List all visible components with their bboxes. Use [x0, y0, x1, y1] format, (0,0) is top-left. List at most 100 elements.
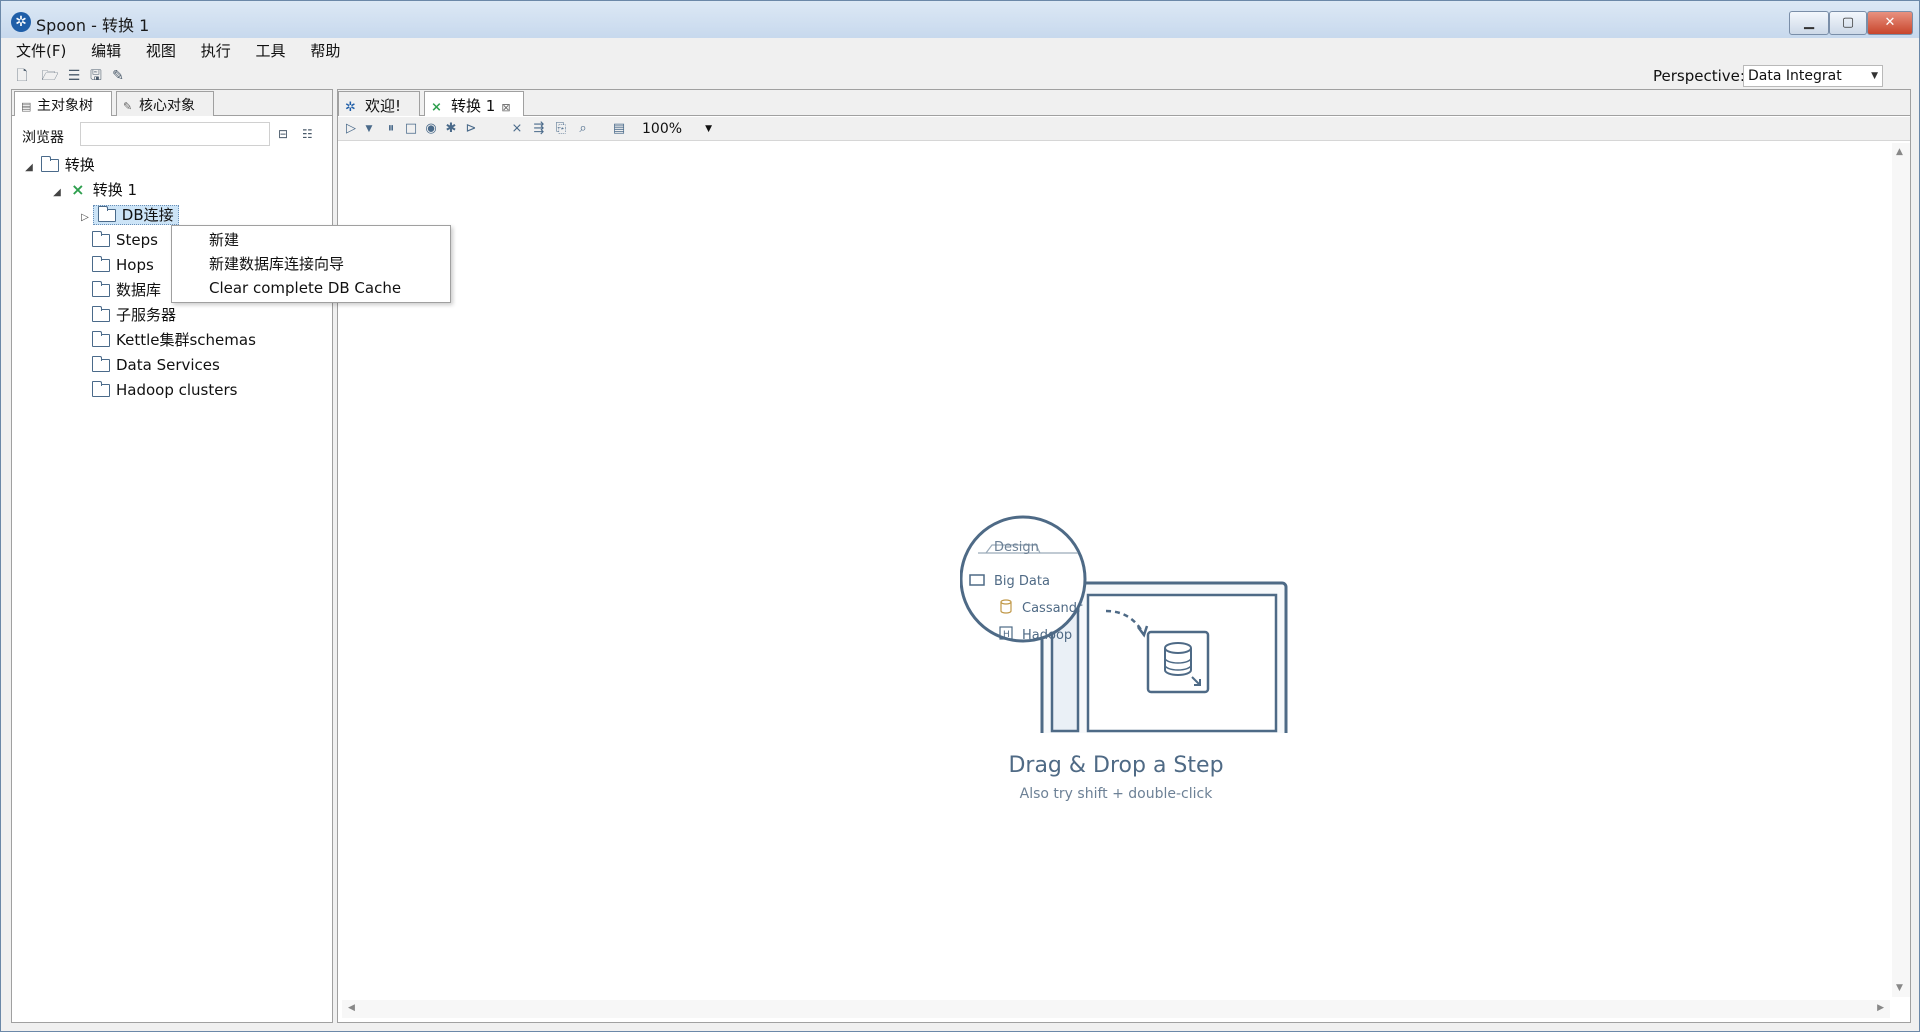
- scroll-up-icon[interactable]: ▲: [1896, 147, 1903, 157]
- tree-node-label: DB连接: [121, 206, 174, 224]
- tab-transformation[interactable]: ⨯ 转换 1 ⊠: [424, 91, 524, 116]
- browser-label: 浏览器: [22, 130, 64, 146]
- context-menu-clear-db-cache[interactable]: Clear complete DB Cache: [209, 278, 401, 298]
- chevron-down-icon: ▼: [1871, 71, 1878, 81]
- canvas-toolbar: ▷ ▼ ⏸ □ ◉ ✱ ⊳ ⨯ ⇶ ⎘ ⌕ ▤ 100% ▼: [338, 117, 1910, 141]
- design-tab-label: Design: [994, 540, 1039, 555]
- maximize-button[interactable]: ▢: [1829, 11, 1867, 35]
- verify-icon[interactable]: ⨯: [508, 120, 526, 138]
- folder-icon: [92, 231, 110, 247]
- scroll-left-icon[interactable]: ◀: [348, 1003, 355, 1013]
- explore-repository-icon[interactable]: ☰: [65, 67, 83, 85]
- zoom-select[interactable]: 100% ▼: [638, 118, 716, 140]
- context-menu: 新建 新建数据库连接向导 Clear complete DB Cache: [171, 225, 451, 303]
- tree-node-root[interactable]: ◢ 转换: [22, 154, 95, 176]
- tree-node-transformation[interactable]: ◢ ⨯ 转换 1: [50, 179, 137, 201]
- close-tab-icon[interactable]: ⊠: [501, 101, 510, 114]
- menu-bar: 文件(F) 编辑 视图 执行 工具 帮助: [1, 38, 1919, 62]
- tab-label: 核心对象: [139, 98, 195, 114]
- minimize-button[interactable]: ▁: [1789, 11, 1829, 35]
- menu-edit[interactable]: 编辑: [84, 38, 128, 63]
- transformation-canvas[interactable]: Design Big Data Cassandr H Hadoop Drag &…: [342, 143, 1890, 997]
- tab-welcome[interactable]: ✲ 欢迎!: [338, 91, 420, 116]
- new-file-icon[interactable]: 🗋: [13, 67, 31, 85]
- tab-label: 欢迎!: [365, 97, 402, 115]
- context-menu-new[interactable]: 新建: [209, 230, 239, 250]
- tab-core-objects[interactable]: ✎ 核心对象: [116, 91, 214, 116]
- menu-run[interactable]: 执行: [194, 38, 238, 63]
- vertical-scrollbar[interactable]: ▲ ▼: [1892, 143, 1910, 997]
- pause-icon[interactable]: ⏸: [382, 120, 400, 138]
- collapse-arrow-icon[interactable]: ◢: [50, 182, 64, 204]
- tree-node-label: Data Services: [116, 356, 220, 374]
- expand-all-icon[interactable]: ☷: [302, 127, 318, 143]
- menu-tools[interactable]: 工具: [249, 38, 293, 63]
- tree-node-hops[interactable]: Hops: [92, 254, 154, 276]
- menu-file[interactable]: 文件(F): [9, 38, 73, 63]
- perspective-value: Data Integrat: [1748, 68, 1842, 84]
- collapse-arrow-icon[interactable]: ◢: [22, 157, 36, 179]
- pencil-icon: ✎: [123, 100, 133, 113]
- close-button[interactable]: ✕: [1867, 11, 1913, 35]
- tree-node-selected[interactable]: DB连接: [92, 205, 179, 225]
- chevron-down-icon: ▼: [705, 124, 712, 134]
- hadoop-label: Hadoop: [1022, 628, 1072, 643]
- tree-node-data-services[interactable]: Data Services: [92, 354, 220, 376]
- spoon-app-icon: ✲: [11, 12, 31, 32]
- replay-icon[interactable]: ⊳: [462, 120, 480, 138]
- sql-icon[interactable]: ⎘: [552, 120, 570, 138]
- menu-help[interactable]: 帮助: [303, 38, 347, 63]
- tree-node-kettle-cluster-schemas[interactable]: Kettle集群schemas: [92, 329, 256, 351]
- tree-node-database[interactable]: 数据库: [92, 279, 161, 301]
- left-tab-bar: ▤ 主对象树 ✎ 核心对象: [12, 90, 332, 116]
- impact-icon[interactable]: ⇶: [530, 120, 548, 138]
- zoom-value: 100%: [642, 121, 683, 137]
- folder-icon: [92, 381, 110, 397]
- browser-row: 浏览器 ⊟ ☷: [12, 120, 332, 150]
- folder-icon: [92, 331, 110, 347]
- folder-icon: [92, 281, 110, 297]
- perspective-select[interactable]: Data Integrat ▼: [1743, 65, 1883, 87]
- spoon-window: ✲ Spoon - 转换 1 ▁ ▢ ✕ 文件(F) 编辑 视图 执行 工具 帮…: [0, 0, 1920, 1032]
- stop-icon[interactable]: □: [402, 120, 420, 138]
- scroll-right-icon[interactable]: ▶: [1877, 1003, 1884, 1013]
- tree-node-db-connections[interactable]: ▷ DB连接: [78, 204, 179, 226]
- save-icon[interactable]: 🖫: [87, 67, 105, 85]
- run-icon[interactable]: ▷: [342, 120, 360, 138]
- tab-label: 转换 1: [451, 97, 496, 115]
- cassandra-label: Cassandr: [1022, 601, 1083, 616]
- hadoop-h-glyph: H: [1003, 630, 1010, 640]
- tree-node-label: 子服务器: [116, 306, 177, 324]
- preview-icon[interactable]: ◉: [422, 120, 440, 138]
- menu-view[interactable]: 视图: [139, 38, 183, 63]
- expand-arrow-icon[interactable]: ▷: [78, 207, 92, 229]
- main-toolbar: 🗋 🗁 ☰ 🖫 ✎ Perspective: Data Integrat ▼: [1, 63, 1919, 89]
- tab-label: 主对象树: [37, 98, 93, 114]
- open-file-icon[interactable]: 🗁: [41, 67, 59, 85]
- folder-icon: [97, 206, 116, 222]
- context-menu-new-db-wizard[interactable]: 新建数据库连接向导: [209, 254, 344, 274]
- big-data-label: Big Data: [994, 574, 1050, 589]
- tree-node-slave-servers[interactable]: 子服务器: [92, 304, 176, 326]
- tree-node-label: Hadoop clusters: [116, 381, 238, 399]
- perspective-label: Perspective:: [1653, 67, 1745, 85]
- show-results-icon[interactable]: ▤: [610, 120, 628, 138]
- tree-node-label: Steps: [116, 231, 158, 249]
- explore-db-icon[interactable]: ⌕: [574, 120, 592, 138]
- run-options-chevron-icon[interactable]: ▼: [360, 120, 378, 138]
- transformation-icon: ⨯: [431, 100, 442, 115]
- folder-icon: [92, 306, 110, 322]
- search-input[interactable]: [80, 122, 270, 146]
- scroll-down-icon[interactable]: ▼: [1896, 983, 1903, 993]
- tree-node-steps[interactable]: Steps: [92, 229, 158, 251]
- horizontal-scrollbar[interactable]: ◀ ▶: [342, 1000, 1890, 1018]
- debug-icon[interactable]: ✱: [442, 120, 460, 138]
- right-panel: ✲ 欢迎! ⨯ 转换 1 ⊠ ▷ ▼ ⏸ □ ◉ ✱ ⊳ ⨯ ⇶ ⎘ ⌕ ▤ 100%…: [337, 89, 1911, 1023]
- folder-icon: [92, 256, 110, 272]
- spoon-icon: ✲: [345, 100, 356, 115]
- save-as-icon[interactable]: ✎: [109, 67, 127, 85]
- tree-node-label: 转换 1: [92, 181, 138, 199]
- tree-node-hadoop-clusters[interactable]: Hadoop clusters: [92, 379, 237, 401]
- tab-main-object-tree[interactable]: ▤ 主对象树: [14, 91, 112, 116]
- collapse-all-icon[interactable]: ⊟: [278, 127, 294, 143]
